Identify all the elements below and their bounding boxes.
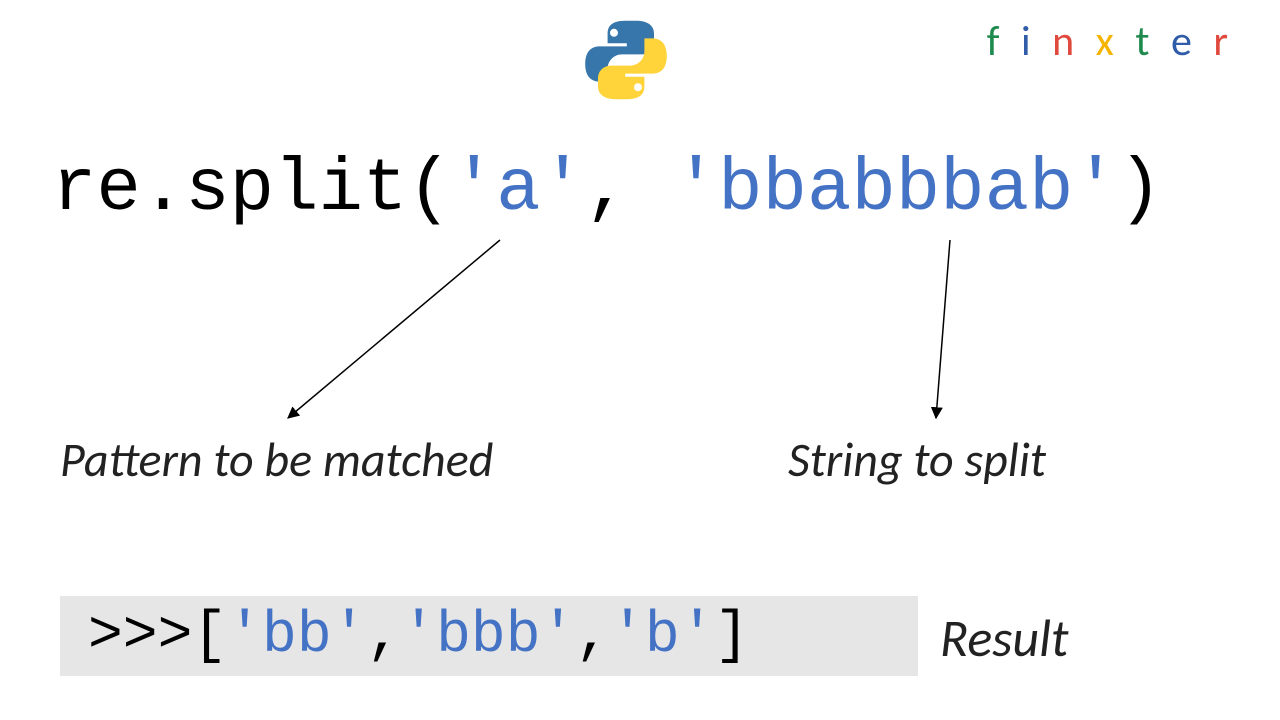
result-item: 'b' [610, 604, 714, 669]
label-pattern: Pattern to be matched [60, 430, 493, 489]
brand-letter: i [1021, 16, 1037, 67]
result-bracket-close: ] [715, 604, 750, 669]
code-sep: , [585, 148, 674, 232]
code-arg-string: 'bbabbbab' [674, 148, 1118, 232]
label-result: Result [940, 606, 1068, 670]
brand-letter: t [1135, 16, 1155, 67]
brand-logo: f i n x t e r [987, 16, 1234, 67]
brand-letter: n [1052, 16, 1080, 67]
python-logo-icon [582, 16, 670, 109]
result-item: 'bb' [227, 604, 366, 669]
label-string: String to split [788, 430, 1046, 489]
result-sep: , [366, 604, 401, 669]
result-bracket-open: [ [192, 604, 227, 669]
brand-letter: x [1096, 16, 1120, 67]
code-arg-pattern: 'a' [452, 148, 585, 232]
brand-letter: e [1171, 16, 1198, 67]
result-sep: , [575, 604, 610, 669]
result-prompt: >>> [88, 604, 192, 669]
code-prefix: re.split( [52, 148, 452, 232]
brand-letter: r [1213, 16, 1234, 67]
brand-letter: f [987, 16, 1006, 67]
result-item: 'bbb' [401, 604, 575, 669]
code-expression: re.split('a', 'bbabbbab') [52, 148, 1162, 232]
code-suffix: ) [1118, 148, 1162, 232]
result-output: >>> ['bb', 'bbb', 'b'] [60, 596, 918, 676]
